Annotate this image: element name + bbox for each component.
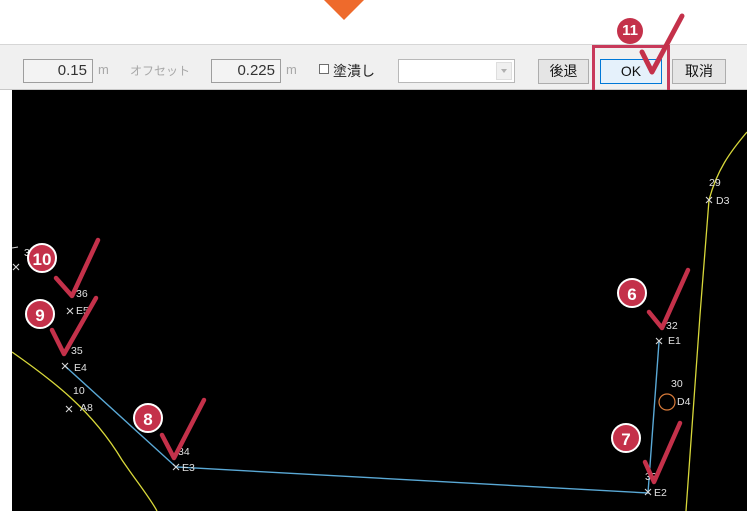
point-label-number: 35	[71, 345, 83, 357]
point-d4-circle	[658, 393, 676, 411]
boundary-stub	[12, 246, 19, 249]
step-badge-8: 8	[133, 403, 163, 433]
back-button[interactable]: 後退	[538, 59, 589, 84]
offset-field[interactable]: 0.225	[211, 59, 281, 83]
point-label-number: 10	[73, 385, 85, 397]
point-label-number: 36	[76, 288, 88, 300]
boundary-line-left	[12, 351, 158, 511]
chevron-down-icon[interactable]	[496, 62, 512, 80]
step-badge-7: 7	[611, 423, 641, 453]
point-marker-a8	[65, 405, 73, 413]
point-label-name: D3	[716, 195, 730, 207]
point-label-name: E2	[654, 487, 667, 499]
point-label-name: D4	[677, 396, 691, 408]
line-width-unit: m	[98, 62, 109, 77]
point-label-name: E1	[668, 335, 681, 347]
point-label-number: 32	[666, 320, 678, 332]
step-badge-9: 9	[25, 299, 55, 329]
point-label-number: 29	[709, 177, 721, 189]
point-markers	[12, 196, 713, 496]
fill-checkbox-label[interactable]: 塗潰し	[333, 61, 375, 81]
point-marker-e4	[61, 362, 69, 370]
step-badge-6: 6	[617, 278, 647, 308]
pointer-arrow-icon	[324, 0, 364, 20]
step-badge-11: 11	[617, 18, 643, 44]
point-label-name: E3	[182, 462, 195, 474]
offset-label: オフセット	[130, 64, 191, 78]
fill-pattern-select[interactable]	[398, 59, 515, 83]
check-mark-icon	[53, 237, 101, 299]
point-marker-left	[12, 263, 20, 271]
fill-checkbox[interactable]	[319, 64, 329, 74]
ok-check-mark-icon	[639, 13, 685, 75]
line-width-field[interactable]: 0.15	[23, 59, 93, 83]
step-badge-10: 10	[27, 243, 57, 273]
point-label-number: 30	[671, 378, 683, 390]
point-label-name: A8	[80, 402, 93, 414]
point-label-name: E4	[74, 362, 87, 374]
point-marker-e5	[66, 307, 74, 315]
offset-unit: m	[286, 62, 297, 77]
